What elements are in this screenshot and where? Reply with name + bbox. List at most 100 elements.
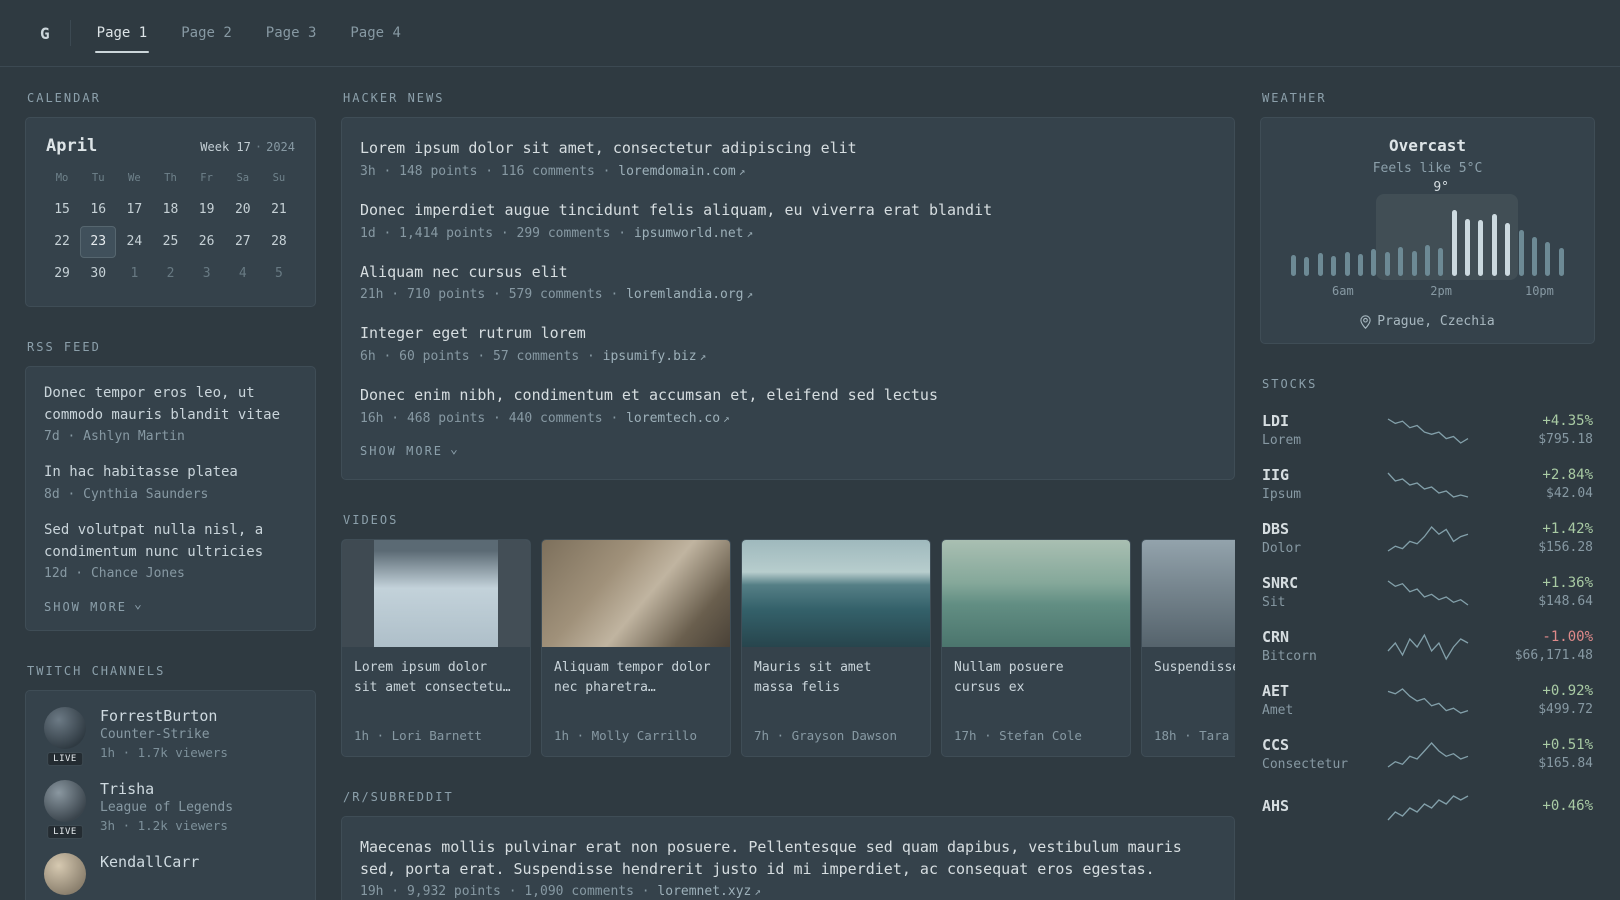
video-thumbnail <box>742 539 930 647</box>
calendar-day: 22 <box>54 234 70 249</box>
stock-symbol: AET <box>1262 682 1290 700</box>
stock-change: -1.00% <box>1542 629 1593 645</box>
tab-page-2[interactable]: Page 2 <box>179 19 234 47</box>
weather-bar <box>1465 218 1471 276</box>
hackernews-item-domain[interactable]: loremdomain.com <box>618 164 735 179</box>
video-thumbnail <box>942 539 1130 647</box>
external-link-icon: ↗ <box>754 885 761 899</box>
hackernews-item-title[interactable]: Integer eget rutrum lorem <box>360 323 1216 345</box>
calendar-week-label: Week 17 <box>200 140 251 154</box>
stock-row[interactable]: CCS Consectetur +0.51% $165.84 <box>1260 727 1595 781</box>
hackernews-show-more-button[interactable]: SHOW MORE ⌄ <box>360 442 1216 459</box>
stock-row[interactable]: CRN Bitcorn -1.00% $66,171.48 <box>1260 619 1595 673</box>
avatar <box>44 780 86 823</box>
hackernews-item-domain[interactable]: ipsumworld.net <box>634 226 744 241</box>
stock-name: Consectetur <box>1262 757 1349 772</box>
hackernews-item-meta: 1d · 1,414 points · 299 comments · ipsum… <box>360 226 1216 241</box>
tab-page-4[interactable]: Page 4 <box>348 19 403 47</box>
show-more-label: SHOW MORE <box>44 599 128 614</box>
video-card[interactable]: Aliquam tempor dolor nec pharetra… 1h · … <box>541 538 731 757</box>
stock-name: Bitcorn <box>1262 649 1317 664</box>
hackernews-item-title[interactable]: Aliquam nec cursus elit <box>360 262 1216 284</box>
chevron-down-icon: ⌄ <box>134 597 142 613</box>
stock-change: +0.92% <box>1542 683 1593 699</box>
tab-page-1[interactable]: Page 1 <box>94 19 150 53</box>
stock-row[interactable]: LDI Lorem +4.35% $795.18 <box>1260 403 1595 457</box>
calendar-day: 4 <box>238 266 247 281</box>
calendar-day: 2 <box>166 266 175 281</box>
video-card[interactable]: Mauris sit amet massa felis 7h · Grayson… <box>741 538 931 757</box>
hackernews-card: Lorem ipsum dolor sit amet, consectetur … <box>341 117 1235 480</box>
calendar-week-year: Week 17 · 2024 <box>200 140 295 154</box>
middle-column: HACKER NEWS Lorem ipsum dolor sit amet, … <box>341 91 1235 900</box>
nav-divider <box>69 20 71 46</box>
stock-sparkline <box>1386 467 1470 501</box>
hackernews-item-title[interactable]: Lorem ipsum dolor sit amet, consectetur … <box>360 138 1216 160</box>
hackernews-item-domain[interactable]: loremlandia.org <box>626 287 743 302</box>
stock-price: $156.28 <box>1538 540 1593 555</box>
external-link-icon: ↗ <box>746 288 754 302</box>
video-card[interactable]: Suspendisse diam 18h · Tara <box>1141 538 1235 757</box>
stock-row[interactable]: IIG Ipsum +2.84% $42.04 <box>1260 457 1595 511</box>
external-link-icon: ↗ <box>746 226 754 240</box>
rss-item-title[interactable]: In hac habitasse platea <box>44 462 297 484</box>
hackernews-item-domain[interactable]: loremtech.co <box>626 411 720 426</box>
rss-item[interactable]: In hac habitasse platea 8d · Cynthia Sau… <box>44 462 297 502</box>
subreddit-post-domain[interactable]: loremnet.xyz <box>657 884 751 899</box>
calendar-day: 30 <box>90 266 107 281</box>
hackernews-item-title[interactable]: Donec enim nibh, condimentum et accumsan… <box>360 385 1216 407</box>
hackernews-item-stats: 1d · 1,414 points · 299 comments · <box>360 225 627 241</box>
calendar-day: 27 <box>234 234 251 249</box>
video-card[interactable]: Lorem ipsum dolor sit amet consectetu… 1… <box>341 538 531 757</box>
stock-row[interactable]: AET Amet +0.92% $499.72 <box>1260 673 1595 727</box>
weather-bar <box>1558 248 1564 276</box>
hackernews-item-domain[interactable]: ipsumify.biz <box>603 349 697 364</box>
twitch-channel-row[interactable]: LIVE Trisha League of Legends 3h · 1.2k … <box>44 780 297 840</box>
video-title: Lorem ipsum dolor sit amet consectetu… <box>354 659 511 695</box>
subreddit-post-title[interactable]: Maecenas mollis pulvinar erat non posuer… <box>360 837 1216 881</box>
hackernews-item-stats: 21h · 710 points · 579 comments · <box>360 287 619 303</box>
stock-row[interactable]: SNRC Sit +1.36% $148.64 <box>1260 565 1595 619</box>
twitch-channel-name[interactable]: Trisha <box>100 780 233 798</box>
rss-item-title[interactable]: Donec tempor eros leo, ut commodo mauris… <box>44 383 297 426</box>
calendar-dow-label: Fr <box>200 172 213 184</box>
rss-show-more-button[interactable]: SHOW MORE ⌄ <box>44 597 297 614</box>
twitch-channel-row[interactable]: LIVE ForrestBurton Counter-Strike 1h · 1… <box>44 707 297 767</box>
tab-page-3[interactable]: Page 3 <box>264 19 319 47</box>
stock-sparkline <box>1386 575 1470 609</box>
rss-item[interactable]: Sed volutpat nulla nisl, a condimentum n… <box>44 520 297 581</box>
app-logo[interactable]: G <box>40 24 70 43</box>
stock-row[interactable]: AHS +0.46% <box>1260 781 1595 833</box>
twitch-channel-name[interactable]: ForrestBurton <box>100 707 228 725</box>
stock-name: Sit <box>1262 595 1286 610</box>
stock-sparkline <box>1386 737 1470 771</box>
calendar-day: 19 <box>198 202 215 217</box>
stock-values: +0.92% $499.72 <box>1474 683 1593 717</box>
rss-item[interactable]: Donec tempor eros leo, ut commodo mauris… <box>44 383 297 444</box>
twitch-channel-game: League of Legends <box>100 800 234 816</box>
stock-values: +1.42% $156.28 <box>1474 521 1593 555</box>
stock-price: $42.04 <box>1546 486 1593 501</box>
calendar-dow-label: Th <box>164 172 177 184</box>
rss-item-title[interactable]: Sed volutpat nulla nisl, a condimentum n… <box>44 520 297 563</box>
twitch-channel-row[interactable]: KendallCarr <box>44 853 297 896</box>
calendar-day: 20 <box>234 202 251 217</box>
twitch-channel-name[interactable]: KendallCarr <box>100 853 199 871</box>
stock-id: AET Amet <box>1262 682 1382 718</box>
video-card[interactable]: Nullam posuere cursus ex 17h · Stefan Co… <box>941 538 1131 757</box>
calendar-card: April Week 17 · 2024 Mo Tu We Th Fr Sa Su 15 16 17… <box>25 117 316 307</box>
stock-change: +1.42% <box>1542 521 1593 537</box>
rss-item-meta: 8d · Cynthia Saunders <box>44 487 209 503</box>
hackernews-item-title[interactable]: Donec imperdiet augue tincidunt felis al… <box>360 200 1216 222</box>
video-meta: 17h · Stefan Cole <box>954 727 1082 743</box>
twitch-channel-meta: 3h · 1.2k viewers <box>100 818 228 834</box>
calendar-day: 18 <box>162 202 179 217</box>
stock-values: +0.46% <box>1474 798 1593 817</box>
calendar-header: April Week 17 · 2024 <box>46 136 295 156</box>
weather-bar <box>1411 250 1417 276</box>
video-thumbnail <box>342 539 530 647</box>
weather-location-row: Prague, Czechia <box>1277 314 1578 329</box>
stock-row[interactable]: DBS Dolor +1.42% $156.28 <box>1260 511 1595 565</box>
subreddit-card: Maecenas mollis pulvinar erat non posuer… <box>341 815 1235 900</box>
calendar-day: 5 <box>275 266 283 281</box>
